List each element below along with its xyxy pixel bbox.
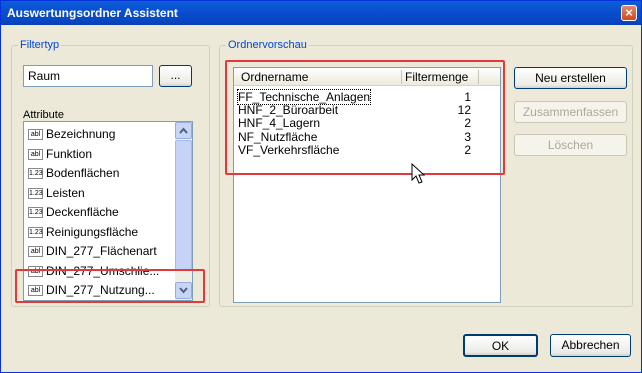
ok-button-label: OK <box>491 339 510 353</box>
new-button[interactable]: Neu erstellen <box>514 67 627 89</box>
preview-group-label: Ordnervorschau <box>226 39 309 51</box>
new-button-label: Neu erstellen <box>535 71 606 85</box>
merge-button-label: Zusammenfassen <box>522 105 619 119</box>
number-type-icon: 1.23 <box>28 226 43 238</box>
ok-button[interactable]: OK <box>463 334 538 357</box>
delete-button-label: Löschen <box>547 138 594 152</box>
attribute-item[interactable]: 1.23 Bodenflächen <box>28 164 119 182</box>
attribute-item-label: DIN_277_Flächenart <box>46 244 157 258</box>
attribute-item[interactable]: 1.23 Reinigungsfläche <box>28 223 138 241</box>
scroll-up-button[interactable] <box>175 122 192 139</box>
attribute-item[interactable]: 1.23 Deckenfläche <box>28 203 119 221</box>
merge-button[interactable]: Zusammenfassen <box>514 101 627 123</box>
text-type-icon: abl <box>28 246 43 258</box>
attribute-item-label: Leisten <box>46 185 85 200</box>
delete-button[interactable]: Löschen <box>514 134 627 156</box>
number-type-icon: 1.23 <box>28 207 43 219</box>
text-type-icon: abl <box>28 148 43 160</box>
attribute-item-label: Bezeichnung <box>46 127 116 141</box>
mouse-cursor-icon <box>411 163 426 184</box>
filter-group-label: Filtertyp <box>18 39 62 51</box>
attributes-label: Attribute <box>23 109 64 121</box>
attribute-item-label: Bodenflächen <box>46 166 120 180</box>
scroll-thumb[interactable] <box>175 140 192 270</box>
attribute-item-label: Deckenfläche <box>46 205 119 219</box>
cancel-button[interactable]: Abbrechen <box>550 334 631 357</box>
text-type-icon: abl <box>28 129 43 141</box>
filter-type-field[interactable]: Raum <box>23 65 153 87</box>
cancel-button-label: Abbrechen <box>561 338 620 352</box>
close-icon: × <box>625 5 633 20</box>
highlight-attribute <box>15 269 205 303</box>
browse-button[interactable]: ... <box>159 65 192 87</box>
number-type-icon: 1.23 <box>28 168 43 180</box>
wizard-dialog: Auswertungsordner Assistent × Filtertyp … <box>0 0 642 373</box>
attribute-item[interactable]: abl Bezeichnung <box>28 125 115 143</box>
attribute-item[interactable]: abl DIN_277_Flächenart <box>28 242 157 260</box>
number-type-icon: 1.23 <box>28 187 43 199</box>
browse-button-label: ... <box>170 68 181 82</box>
title-bar[interactable]: Auswertungsordner Assistent × <box>1 1 641 25</box>
highlight-preview <box>225 60 505 175</box>
attribute-item-label: Funktion <box>46 146 93 161</box>
attribute-item[interactable]: abl Funktion <box>28 145 92 163</box>
chevron-up-icon <box>179 127 188 134</box>
close-button[interactable]: × <box>621 5 637 21</box>
attribute-item-label: Reinigungsfläche <box>46 224 139 239</box>
attribute-item[interactable]: 1.23 Leisten <box>28 184 85 202</box>
window-title: Auswertungsordner Assistent <box>7 6 178 20</box>
